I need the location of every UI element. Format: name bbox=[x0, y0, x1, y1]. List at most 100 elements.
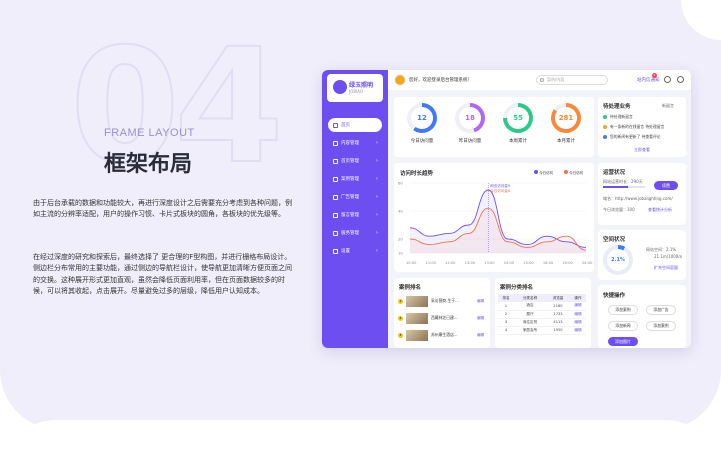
todo-text: 您的新闻有更新了 待查看评论 bbox=[610, 134, 661, 139]
help-icon[interactable] bbox=[664, 76, 671, 83]
chart-title: 访问时长趋势 bbox=[400, 171, 434, 177]
table-cell: 1733 bbox=[546, 310, 570, 319]
todo-item[interactable]: 有一条新的在线留言 待处理留言 bbox=[603, 124, 664, 130]
logo[interactable]: 绿玉照明 JOBIAO bbox=[327, 74, 383, 102]
case-thumbnail bbox=[406, 295, 428, 307]
edit-link[interactable]: 编辑 bbox=[570, 302, 586, 311]
x-tick-label: 20:00 bbox=[562, 261, 573, 265]
quick-add-news-button[interactable]: 添加新闻 bbox=[608, 321, 638, 331]
notification-badge: 2 bbox=[652, 73, 657, 78]
case-row[interactable]: 3 苏州康生酒店... 编辑 bbox=[398, 328, 484, 342]
x-tick-label: 16:00 bbox=[543, 261, 554, 265]
x-tick-label: 13:00 bbox=[465, 261, 476, 265]
todo-text: 待处理新留言 bbox=[610, 114, 633, 119]
case-edit-link[interactable]: 编辑 bbox=[477, 299, 484, 304]
stat-item: 55 本周累计 bbox=[498, 103, 538, 144]
stat-item: 18 昨日访问量 bbox=[450, 103, 490, 144]
table-cell: 商住区别 bbox=[514, 318, 546, 327]
quick-add-case-button[interactable]: 添加案例 bbox=[608, 305, 638, 315]
nav-label: 留言管理 bbox=[341, 213, 359, 218]
stats-link[interactable]: 查看统计分析 bbox=[648, 207, 672, 213]
table-cell: 1 bbox=[498, 302, 514, 311]
search-icon bbox=[540, 78, 544, 82]
power-icon[interactable] bbox=[677, 76, 684, 83]
space-size: 21.1m/1000m bbox=[654, 254, 683, 259]
tooltip-text: 今日访问量8 bbox=[490, 188, 510, 193]
case-thumbnail bbox=[406, 312, 428, 324]
logo-text: 绿玉照明 bbox=[349, 82, 374, 89]
nav-icon bbox=[333, 140, 338, 146]
table-header: 分类名称 bbox=[514, 294, 546, 302]
avatar[interactable] bbox=[395, 75, 405, 85]
case-ranking-card: 案例排名 1 采访营商-生于... 编辑 2 西藏林芝已建... 编辑 3 苏州康生酒店...… bbox=[394, 278, 490, 348]
stat-item: 12 今日访问量 bbox=[402, 103, 442, 144]
message-link[interactable]: 站内信通知 bbox=[637, 77, 660, 83]
nav-label: 设置 bbox=[341, 249, 350, 254]
todo-title: 待处理业务 bbox=[603, 104, 631, 110]
sidebar-item[interactable]: 首页 bbox=[328, 118, 382, 132]
stat-ring: 12 bbox=[407, 103, 437, 133]
ops-duration: 网站运营时长：290天 bbox=[603, 179, 643, 184]
description-paragraph: 在经过深度的研究和探索后，最终选择了 更合理的F型构图，并进行栅格布局设计。侧边… bbox=[33, 253, 292, 295]
sidebar-item[interactable]: 留言管理 › bbox=[328, 208, 382, 222]
stat-ring: 55 bbox=[503, 103, 533, 133]
renew-button[interactable]: 续费 bbox=[654, 181, 678, 190]
expand-space-link[interactable]: 扩充空间容量 bbox=[654, 265, 678, 271]
edit-link[interactable]: 编辑 bbox=[570, 310, 586, 319]
edit-link[interactable]: 编辑 bbox=[570, 318, 586, 327]
todo-item[interactable]: 待处理新留言 bbox=[603, 114, 633, 120]
description-paragraph: 由于后台承载的数据和功能较大，再进行深度设计之后需要充分考虑到各种问题，例如主流… bbox=[33, 199, 292, 219]
case-row[interactable]: 1 采访营商-生于... 编辑 bbox=[398, 294, 484, 308]
todo-item[interactable]: 您的新闻有更新了 待查看评论 bbox=[603, 134, 661, 140]
logo-subtext: JOBIAO bbox=[349, 89, 364, 94]
add-image-button[interactable]: 添加图片 bbox=[608, 337, 638, 346]
edit-link[interactable]: 编辑 bbox=[570, 326, 586, 335]
search-input[interactable]: 案例/内容 bbox=[536, 75, 608, 85]
space-percent: 2.1% bbox=[607, 249, 629, 271]
sidebar-item[interactable]: 案例管理 › bbox=[328, 172, 382, 186]
background-footer bbox=[0, 420, 721, 476]
sidebar-item[interactable]: 内容管理 › bbox=[328, 136, 382, 150]
sidebar-item[interactable]: 服务管理 › bbox=[328, 226, 382, 240]
ops-domain: 域名：http://www.jobalighting.com/ bbox=[603, 196, 673, 201]
quick-add-case-button[interactable]: 添加案例 bbox=[646, 321, 676, 331]
stat-label: 本周累计 bbox=[509, 139, 527, 144]
stat-item: 281 本月累计 bbox=[546, 103, 586, 144]
sidebar-item[interactable]: 设置 › bbox=[328, 244, 382, 258]
case-rank: 1 bbox=[398, 298, 403, 304]
stat-value: 12 bbox=[411, 107, 433, 129]
nav-icon bbox=[333, 230, 338, 236]
legend-label: 今日访问 bbox=[569, 171, 584, 175]
sidebar-item[interactable]: 广告管理 › bbox=[328, 190, 382, 204]
quick-actions-card: 快捷操作 添加案例 添加广告 添加新闻 添加案例 添加图片 bbox=[598, 285, 686, 348]
category-table: 排名 分类名称 浏览量 操作 1 酒店 2160 编辑 2 展厅 1733 编辑 3 商住区别 4113 编… bbox=[498, 294, 586, 335]
stat-label: 今日访问量 bbox=[410, 139, 434, 144]
case-thumbnail bbox=[406, 329, 428, 341]
case-edit-link[interactable]: 编辑 bbox=[477, 333, 484, 338]
nav-label: 首页管理 bbox=[341, 159, 359, 164]
chevron-right-icon: › bbox=[376, 158, 378, 164]
case-edit-link[interactable]: 编辑 bbox=[477, 316, 484, 321]
sidebar-item[interactable]: 首页管理 › bbox=[328, 154, 382, 168]
quick-add-ad-button[interactable]: 添加广告 bbox=[646, 305, 676, 315]
table-cell: 酒店 bbox=[514, 302, 546, 311]
quick-actions-title: 快捷操作 bbox=[603, 293, 626, 299]
x-tick-label: 24:00 bbox=[582, 261, 593, 265]
operation-card: 运营状况 网站运营时长：290天 续费 域名：http://www.jobali… bbox=[598, 163, 686, 225]
nav-label: 服务管理 bbox=[341, 231, 359, 236]
chevron-right-icon: › bbox=[376, 176, 378, 182]
nav-icon bbox=[333, 212, 338, 218]
todo-view-link[interactable]: 立即查看 bbox=[634, 147, 650, 153]
ops-pageviews: 今日浏览量：100 bbox=[603, 207, 635, 212]
case-ranking-title: 案例排名 bbox=[399, 285, 422, 291]
todo-new-label[interactable]: 新留言 bbox=[662, 103, 674, 109]
legend-label: 今日访问 bbox=[539, 171, 554, 175]
stat-value: 18 bbox=[459, 107, 481, 129]
ops-title: 运营状况 bbox=[603, 170, 626, 176]
table-cell: 2160 bbox=[546, 302, 570, 311]
case-row[interactable]: 2 西藏林芝已建... 编辑 bbox=[398, 311, 484, 325]
table-cell: 家居会所 bbox=[514, 326, 546, 335]
space-card: 空间状况 2.1% 网站空间：2.1% 21.1m/1000m 扩充空间容量 bbox=[598, 230, 686, 280]
chevron-right-icon: › bbox=[376, 230, 378, 236]
y-tick-label: 20 bbox=[398, 237, 403, 242]
